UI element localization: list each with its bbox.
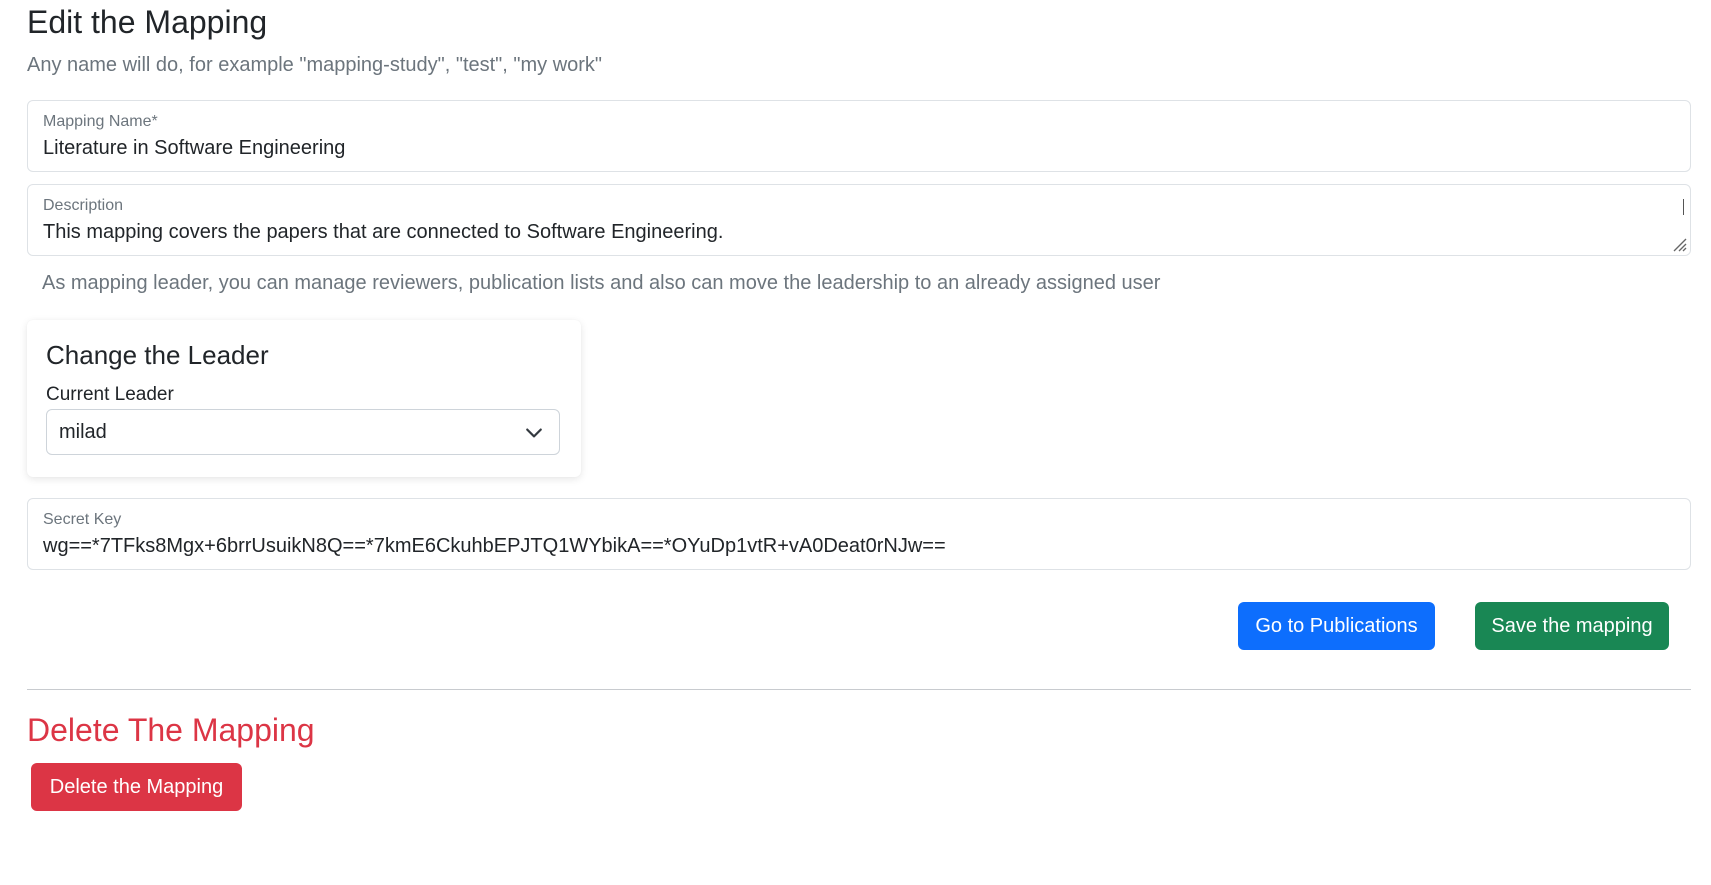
- current-leader-label: Current Leader: [46, 384, 174, 405]
- secret-key-input[interactable]: wg==*7TFks8Mgx+6brrUsuikN8Q==*7kmE6Ckuhb…: [43, 535, 1675, 558]
- delete-section-title: Delete The Mapping: [27, 712, 315, 748]
- section-divider: [27, 689, 1691, 690]
- mapping-name-label: Mapping Name*: [43, 113, 158, 130]
- text-cursor: [1683, 199, 1684, 215]
- secret-key-label: Secret Key: [43, 511, 122, 528]
- description-field[interactable]: Description This mapping covers the pape…: [27, 184, 1691, 256]
- description-textarea[interactable]: This mapping covers the papers that are …: [43, 221, 1675, 244]
- page-subtitle: Any name will do, for example "mapping-s…: [27, 54, 603, 76]
- mapping-name-input[interactable]: Literature in Software Engineering: [43, 137, 1675, 160]
- delete-mapping-button[interactable]: Delete the Mapping: [31, 763, 242, 811]
- resize-handle-icon[interactable]: [1670, 235, 1688, 253]
- page-title: Edit the Mapping: [27, 4, 268, 40]
- edit-mapping-page: Edit the Mapping Any name will do, for e…: [0, 0, 1711, 885]
- save-mapping-button[interactable]: Save the mapping: [1475, 602, 1669, 650]
- go-to-publications-button[interactable]: Go to Publications: [1238, 602, 1435, 650]
- leader-help-text: As mapping leader, you can manage review…: [42, 272, 1161, 294]
- change-leader-title: Change the Leader: [46, 340, 269, 370]
- description-label: Description: [43, 197, 124, 214]
- chevron-down-icon: [526, 428, 542, 438]
- change-leader-card: Change the Leader Current Leader milad: [27, 320, 581, 477]
- current-leader-value: milad: [59, 421, 107, 443]
- mapping-name-field[interactable]: Mapping Name* Literature in Software Eng…: [27, 100, 1691, 172]
- secret-key-field[interactable]: Secret Key wg==*7TFks8Mgx+6brrUsuikN8Q==…: [27, 498, 1691, 570]
- current-leader-select[interactable]: milad: [46, 409, 560, 455]
